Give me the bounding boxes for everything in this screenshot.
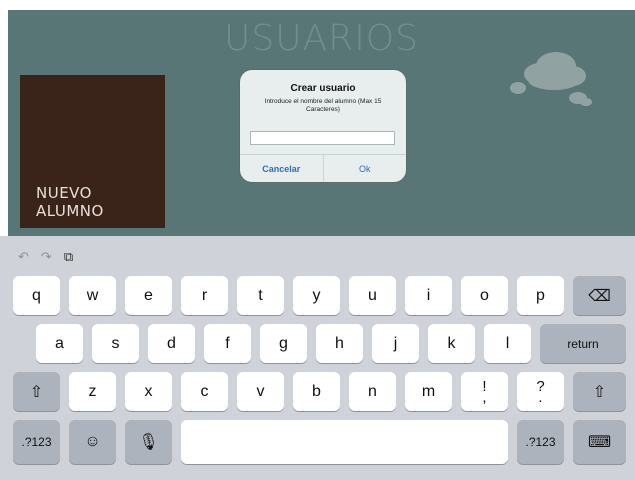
numbers-key-right[interactable]: .?123: [517, 420, 564, 464]
key-s[interactable]: s: [92, 324, 139, 363]
hide-keyboard-icon[interactable]: ⌨: [573, 420, 626, 464]
key-j[interactable]: j: [372, 324, 419, 363]
student-name-input[interactable]: [250, 131, 395, 145]
cancel-button[interactable]: Cancelar: [240, 155, 324, 182]
key-b[interactable]: b: [293, 372, 340, 411]
return-key[interactable]: return: [540, 324, 626, 363]
shortcut-bar: ↶ ↷ ⧉: [18, 249, 73, 265]
key-x[interactable]: x: [125, 372, 172, 411]
key-q[interactable]: q: [13, 276, 60, 315]
key-y[interactable]: y: [293, 276, 340, 315]
onscreen-keyboard: ↶ ↷ ⧉ q w e r t y u i o p ⌫ a s d f g h …: [0, 236, 635, 480]
new-student-label: NUEVO ALUMNO: [36, 184, 104, 220]
redo-icon[interactable]: ↷: [41, 249, 52, 265]
backspace-icon[interactable]: ⌫: [573, 276, 626, 315]
key-question-period[interactable]: ? .: [517, 372, 564, 411]
undo-icon[interactable]: ↶: [18, 249, 29, 265]
emoji-icon[interactable]: ☺: [69, 420, 116, 464]
key-g[interactable]: g: [260, 324, 307, 363]
key-w[interactable]: w: [69, 276, 116, 315]
key-f[interactable]: f: [204, 324, 251, 363]
dialog-message: Introduce el nombre del alumno (Max 15 C…: [264, 98, 382, 113]
paste-icon[interactable]: ⧉: [64, 249, 73, 265]
dialog-title: Crear usuario: [290, 83, 356, 94]
numbers-key-left[interactable]: .?123: [13, 420, 60, 464]
key-c[interactable]: c: [181, 372, 228, 411]
key-e[interactable]: e: [125, 276, 172, 315]
ok-button[interactable]: Ok: [324, 155, 407, 182]
shift-right-icon[interactable]: ⇧: [573, 372, 626, 411]
space-bar[interactable]: [181, 420, 508, 464]
key-v[interactable]: v: [237, 372, 284, 411]
key-u[interactable]: u: [349, 276, 396, 315]
key-d[interactable]: d: [148, 324, 195, 363]
key-i[interactable]: i: [405, 276, 452, 315]
microphone-icon[interactable]: 🎙: [125, 420, 172, 464]
new-student-tile[interactable]: NUEVO ALUMNO: [20, 75, 165, 228]
key-bottom-char: .: [538, 388, 543, 406]
key-m[interactable]: m: [405, 372, 452, 411]
key-r[interactable]: r: [181, 276, 228, 315]
key-z[interactable]: z: [69, 372, 116, 411]
key-n[interactable]: n: [349, 372, 396, 411]
key-t[interactable]: t: [237, 276, 284, 315]
key-l[interactable]: l: [484, 324, 531, 363]
create-user-dialog: Crear usuario Introduce el nombre del al…: [240, 70, 406, 182]
key-o[interactable]: o: [461, 276, 508, 315]
key-h[interactable]: h: [316, 324, 363, 363]
key-k[interactable]: k: [428, 324, 475, 363]
key-a[interactable]: a: [36, 324, 83, 363]
cloud-icon: [496, 36, 596, 116]
key-exclamation-comma[interactable]: ! ,: [461, 372, 508, 411]
key-bottom-char: ,: [482, 388, 487, 406]
shift-left-icon[interactable]: ⇧: [13, 372, 60, 411]
dialog-button-bar: Cancelar Ok: [240, 154, 406, 182]
key-p[interactable]: p: [517, 276, 564, 315]
